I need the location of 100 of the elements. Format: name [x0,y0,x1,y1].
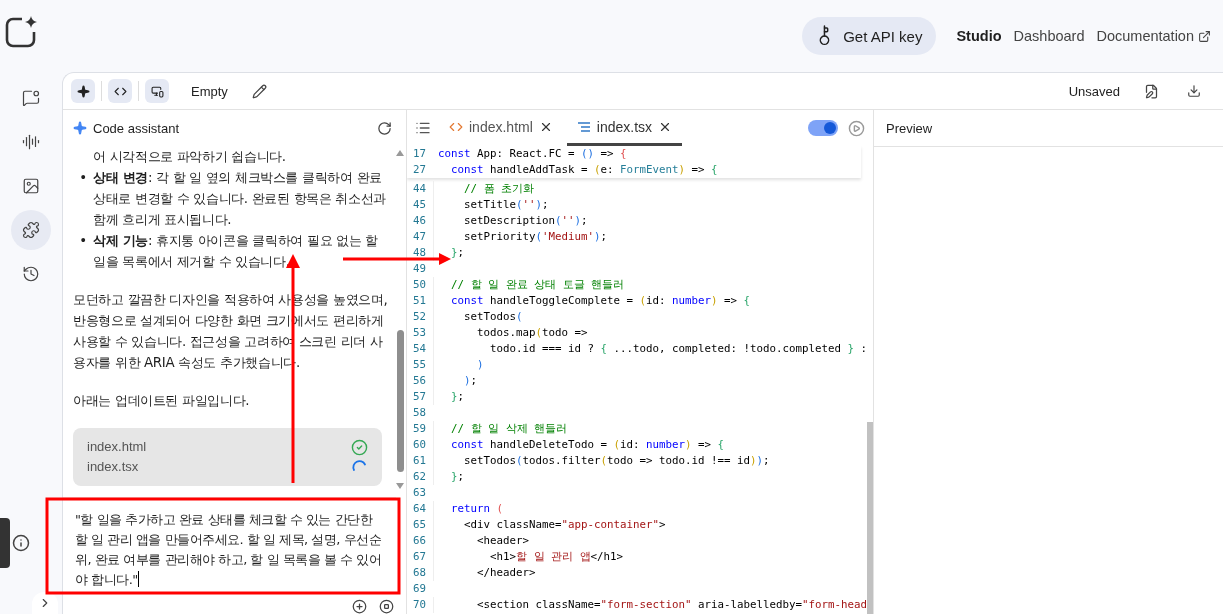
code-line: ) [433,357,484,373]
file-menu-icon[interactable] [415,120,431,136]
line-number: 61 [412,453,427,469]
prompt-input[interactable]: "할 일을 추가하고 완료 상태를 체크할 수 있는 간단한 할 일 관리 앱을 만들어주세요. 할 일 제목, 설명, 우선순위, 완료 여부를 관리해야 하고, 할 일 목록을 볼 수 있어야 합니다." [63,497,396,599]
code-line: setPriority('Medium'); [433,229,608,245]
add-icon[interactable] [352,599,367,614]
line-number: 58 [412,405,427,421]
expand-button[interactable] [32,592,58,614]
code-line: // 폼 초기화 [433,181,534,197]
puzzle-icon [22,221,40,239]
pencil-icon [251,83,267,99]
message-text: 어 시각적으로 파악하기 쉽습니다. [93,148,287,166]
code-line: <header> [433,533,529,549]
scroll-down-icon[interactable] [396,483,404,489]
assistant-mode-button[interactable] [71,79,95,103]
line-number: 67 [412,549,427,565]
line-number: 45 [412,197,427,213]
code-mode-button[interactable] [108,79,132,103]
code-line: setTodos(todos.filter(todo => todo.id !== id)); [433,453,770,469]
sparkle-icon [73,121,87,135]
line-number: 44 [412,181,427,197]
code-line: }; [433,389,465,405]
code-line: <h1>할 일 관리 앱</h1> [433,549,624,565]
image-icon [22,177,40,195]
line-number: 50 [412,277,427,293]
save-status: Unsaved [1068,83,1120,99]
scrollbar-thumb[interactable] [396,330,404,472]
file-tab[interactable]: index.tsx [566,110,683,146]
chat-title: Code assistant [93,120,180,136]
toggle-switch[interactable] [808,120,838,136]
nav-link[interactable]: Dashboard [1013,28,1085,44]
line-number: 69 [412,581,427,597]
code-line: const handleToggleComplete = (id: number) => { [433,293,751,309]
history-icon [22,265,40,283]
sparkle-icon [76,84,90,98]
device-mode-button[interactable] [145,79,169,103]
code-line: setTitle(''); [433,197,549,213]
line-number: 48 [412,245,427,261]
line-number: 27 [412,162,427,178]
line-number: 49 [412,261,427,277]
line-number: 56 [412,373,427,389]
bullet-text: 상태 변경: 각 할 일 옆의 체크박스를 클릭하여 완료 상태로 변경할 수 있습니다. 완료된 항목은 취소선과 함께 흐리게 표시됩니다. [93,169,387,229]
code-line: todos.map(todo => [433,325,588,341]
line-number: 68 [412,565,427,581]
rail-button[interactable] [11,210,51,250]
line-number: 60 [412,437,427,453]
line-number: 53 [412,325,427,341]
line-number: 70 [412,597,427,613]
code-line: </header> [433,565,536,581]
file-edit-icon [1144,83,1159,99]
chat-icon [22,89,40,107]
line-number: 66 [412,533,427,549]
audio-wave-icon [22,133,40,151]
download-icon [1187,84,1201,98]
refresh-icon [377,120,392,136]
bullet-marker: • [78,169,88,187]
code-line: // 할 일 완료 상태 토글 핸들러 [433,277,624,293]
line-number: 57 [412,389,427,405]
line-number: 46 [412,213,427,229]
code-line: setTodos( [433,309,523,325]
scrollbar-thumb[interactable] [867,422,873,614]
project-title: Empty [191,83,228,99]
code-line: const handleAddTask = (e: FormEvent) => { [450,162,718,178]
nav-link[interactable]: Documentation [1096,28,1211,44]
code-line: ); [433,373,478,389]
logo-icon[interactable] [4,15,38,49]
lines-icon [576,119,591,134]
nav-link[interactable]: Studio [956,28,1002,44]
code-line: const App: React.FC = () => { [437,146,627,162]
stop-icon[interactable] [379,599,394,614]
api-key-button[interactable]: Get API key [802,17,937,55]
devices-icon [150,84,164,98]
line-number: 64 [412,501,427,517]
line-number: 55 [412,357,427,373]
code-line: }; [433,469,465,485]
line-number: 54 [412,341,427,357]
file-tab[interactable]: index.html [439,110,563,146]
code-line: todo.id === id ? { ...todo, completed: !todo.completed } : [433,341,868,357]
line-number: 52 [412,309,427,325]
code-line: <div className="app-container"> [433,517,666,533]
file-name[interactable]: index.html [87,438,147,456]
line-number: 47 [412,229,427,245]
line-number: 63 [412,485,427,501]
line-number: 62 [412,469,427,485]
code-line: <section className="form-section" aria-labelledby="form-head [433,597,868,613]
file-name[interactable]: index.tsx [87,458,139,476]
preview-title: Preview [886,120,933,136]
info-icon[interactable] [12,534,30,552]
scroll-up-icon[interactable] [396,150,404,156]
line-number: 51 [412,293,427,309]
bullet-text: 삭제 기능: 휴지통 아이콘을 클릭하여 필요 없는 할 일을 목록에서 제거할 수 있습니다. [93,232,379,271]
code-line: // 할 일 삭제 핸들러 [433,421,567,437]
line-number: 59 [412,421,427,437]
code-line: return ( [433,501,504,517]
line-number: 65 [412,517,427,533]
bullet-marker: • [78,232,88,250]
message-text: 아래는 업데이트된 파일입니다. [73,392,251,410]
code-line: const handleDeleteTodo = (id: number) => { [433,437,725,453]
run-icon[interactable] [848,119,865,137]
code-line: setDescription(''); [433,213,588,229]
